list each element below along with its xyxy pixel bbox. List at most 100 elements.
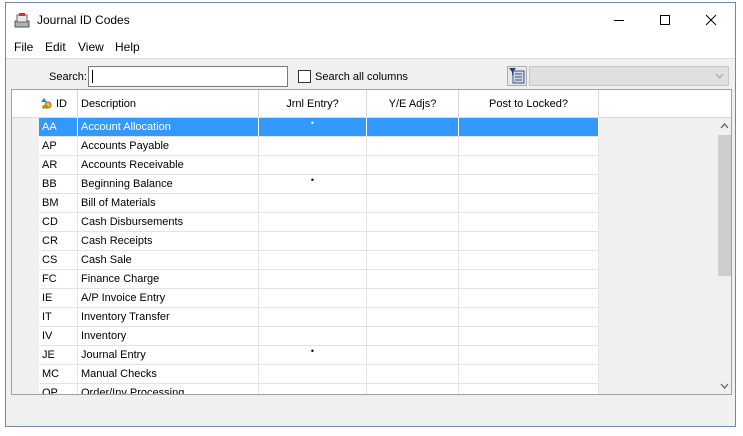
- cell-jrnl-entry[interactable]: [259, 289, 367, 308]
- cell-description[interactable]: Inventory Transfer: [78, 308, 259, 327]
- cell-description[interactable]: Journal Entry: [78, 346, 259, 365]
- cell-jrnl-entry[interactable]: •: [259, 346, 367, 365]
- table-row[interactable]: BM Bill of Materials: [12, 194, 716, 213]
- cell-jrnl-entry[interactable]: [259, 251, 367, 270]
- cell-description[interactable]: Account Allocation: [78, 118, 259, 137]
- cell-id[interactable]: IT: [39, 308, 78, 327]
- title-bar[interactable]: Journal ID Codes: [6, 3, 735, 36]
- cell-post-to-locked[interactable]: [459, 308, 599, 327]
- vertical-scrollbar[interactable]: [716, 118, 731, 394]
- cell-description[interactable]: Cash Sale: [78, 251, 259, 270]
- cell-ye-adjs[interactable]: [367, 365, 459, 384]
- cell-ye-adjs[interactable]: [367, 251, 459, 270]
- table-row[interactable]: AR Accounts Receivable: [12, 156, 716, 175]
- cell-id[interactable]: IE: [39, 289, 78, 308]
- cell-id[interactable]: CS: [39, 251, 78, 270]
- menu-file[interactable]: File: [14, 40, 33, 54]
- cell-jrnl-entry[interactable]: [259, 213, 367, 232]
- menu-help[interactable]: Help: [115, 40, 140, 54]
- table-row[interactable]: OP Order/Inv Processing: [12, 384, 716, 394]
- column-header-description[interactable]: Description: [78, 90, 259, 118]
- table-row[interactable]: FC Finance Charge: [12, 270, 716, 289]
- cell-ye-adjs[interactable]: [367, 346, 459, 365]
- column-header-post-to-locked[interactable]: Post to Locked?: [459, 90, 599, 118]
- filter-combo[interactable]: [529, 66, 729, 86]
- table-row[interactable]: IE A/P Invoice Entry: [12, 289, 716, 308]
- table-row[interactable]: IT Inventory Transfer: [12, 308, 716, 327]
- cell-post-to-locked[interactable]: [459, 156, 599, 175]
- cell-description[interactable]: Accounts Payable: [78, 137, 259, 156]
- cell-id[interactable]: AA: [39, 118, 78, 137]
- cell-ye-adjs[interactable]: [367, 137, 459, 156]
- scrollbar-thumb[interactable]: [718, 135, 731, 276]
- cell-ye-adjs[interactable]: [367, 232, 459, 251]
- cell-ye-adjs[interactable]: [367, 270, 459, 289]
- table-row[interactable]: JE Journal Entry •: [12, 346, 716, 365]
- table-row[interactable]: IV Inventory: [12, 327, 716, 346]
- search-input[interactable]: [88, 66, 288, 87]
- cell-description[interactable]: A/P Invoice Entry: [78, 289, 259, 308]
- cell-jrnl-entry[interactable]: [259, 156, 367, 175]
- cell-jrnl-entry[interactable]: •: [259, 118, 367, 137]
- cell-post-to-locked[interactable]: [459, 232, 599, 251]
- cell-jrnl-entry[interactable]: [259, 232, 367, 251]
- search-all-columns-checkbox[interactable]: [298, 70, 311, 83]
- cell-jrnl-entry[interactable]: [259, 194, 367, 213]
- cell-description[interactable]: Inventory: [78, 327, 259, 346]
- cell-id[interactable]: AP: [39, 137, 78, 156]
- cell-id[interactable]: JE: [39, 346, 78, 365]
- table-row[interactable]: BB Beginning Balance •: [12, 175, 716, 194]
- table-row[interactable]: MC Manual Checks: [12, 365, 716, 384]
- cell-jrnl-entry[interactable]: •: [259, 175, 367, 194]
- table-row[interactable]: CD Cash Disbursements: [12, 213, 716, 232]
- cell-id[interactable]: AR: [39, 156, 78, 175]
- cell-ye-adjs[interactable]: [367, 213, 459, 232]
- cell-description[interactable]: Bill of Materials: [78, 194, 259, 213]
- cell-jrnl-entry[interactable]: [259, 137, 367, 156]
- cell-id[interactable]: CR: [39, 232, 78, 251]
- cell-post-to-locked[interactable]: [459, 137, 599, 156]
- cell-jrnl-entry[interactable]: [259, 384, 367, 394]
- cell-post-to-locked[interactable]: [459, 194, 599, 213]
- cell-ye-adjs[interactable]: [367, 175, 459, 194]
- maximize-button[interactable]: [642, 3, 688, 36]
- table-row[interactable]: CR Cash Receipts: [12, 232, 716, 251]
- cell-id[interactable]: BB: [39, 175, 78, 194]
- column-header-id[interactable]: ID: [39, 90, 78, 118]
- cell-description[interactable]: Finance Charge: [78, 270, 259, 289]
- cell-id[interactable]: BM: [39, 194, 78, 213]
- cell-description[interactable]: Order/Inv Processing: [78, 384, 259, 394]
- table-row[interactable]: AA Account Allocation •: [12, 118, 716, 137]
- cell-ye-adjs[interactable]: [367, 118, 459, 137]
- scroll-up-icon[interactable]: [720, 123, 729, 129]
- cell-ye-adjs[interactable]: [367, 327, 459, 346]
- cell-description[interactable]: Beginning Balance: [78, 175, 259, 194]
- close-button[interactable]: [688, 3, 734, 36]
- cell-jrnl-entry[interactable]: [259, 308, 367, 327]
- table-row[interactable]: AP Accounts Payable: [12, 137, 716, 156]
- cell-id[interactable]: CD: [39, 213, 78, 232]
- cell-jrnl-entry[interactable]: [259, 270, 367, 289]
- filter-button[interactable]: [507, 66, 527, 86]
- cell-description[interactable]: Accounts Receivable: [78, 156, 259, 175]
- cell-ye-adjs[interactable]: [367, 308, 459, 327]
- cell-post-to-locked[interactable]: [459, 175, 599, 194]
- cell-description[interactable]: Cash Receipts: [78, 232, 259, 251]
- cell-id[interactable]: FC: [39, 270, 78, 289]
- cell-post-to-locked[interactable]: [459, 365, 599, 384]
- minimize-button[interactable]: [596, 3, 642, 36]
- cell-ye-adjs[interactable]: [367, 384, 459, 394]
- menu-view[interactable]: View: [78, 40, 104, 54]
- cell-ye-adjs[interactable]: [367, 289, 459, 308]
- cell-post-to-locked[interactable]: [459, 346, 599, 365]
- cell-description[interactable]: Cash Disbursements: [78, 213, 259, 232]
- cell-id[interactable]: MC: [39, 365, 78, 384]
- search-all-columns-label[interactable]: Search all columns: [315, 71, 408, 83]
- table-row[interactable]: CS Cash Sale: [12, 251, 716, 270]
- cell-id[interactable]: IV: [39, 327, 78, 346]
- cell-jrnl-entry[interactable]: [259, 327, 367, 346]
- cell-description[interactable]: Manual Checks: [78, 365, 259, 384]
- menu-edit[interactable]: Edit: [45, 40, 66, 54]
- cell-post-to-locked[interactable]: [459, 270, 599, 289]
- scroll-down-icon[interactable]: [720, 383, 729, 389]
